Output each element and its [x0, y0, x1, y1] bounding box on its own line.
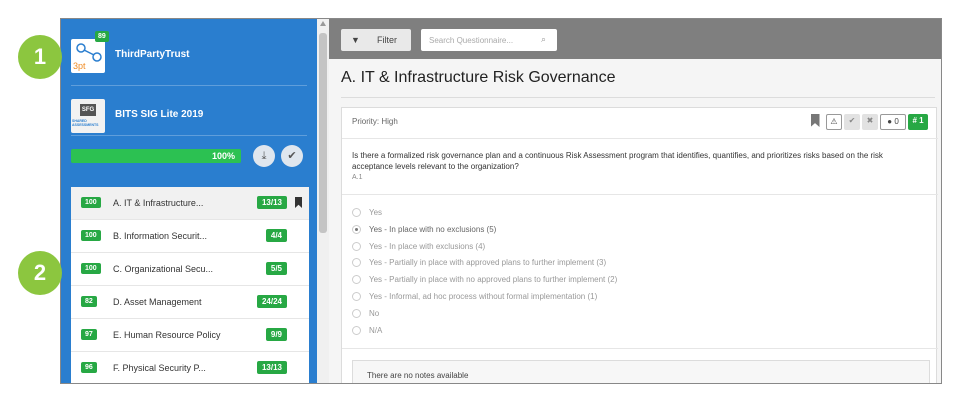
question-number-badge: # 1 — [908, 114, 928, 130]
section-score-badge: 96 — [81, 362, 97, 373]
search-input[interactable] — [421, 29, 557, 51]
radio-button[interactable] — [352, 208, 361, 217]
section-score-badge: 100 — [81, 197, 101, 208]
download-button[interactable]: ⤓ — [253, 145, 275, 167]
callout-marker-2: 2 — [18, 251, 62, 295]
radio-button[interactable] — [352, 275, 361, 285]
complete-button[interactable]: ✔ — [281, 145, 303, 167]
section-count-badge: 13/13 — [256, 361, 287, 374]
section-title: B. Information Securit... — [113, 231, 208, 241]
filter-icon: ▼ — [351, 35, 360, 45]
bookmark-icon[interactable] — [295, 197, 302, 208]
divider — [71, 85, 307, 86]
radio-button[interactable] — [352, 241, 361, 251]
progress-bar: 100% — [71, 149, 241, 163]
thirdpartytrust-logo: 3pt — [71, 39, 105, 73]
close-icon: ✖ — [866, 116, 874, 125]
flag-issue-button[interactable]: ⚠ — [826, 114, 842, 130]
section-item[interactable]: 100 C. Organizational Secu... 5/5 — [71, 253, 309, 286]
comments-button[interactable]: ● 0 — [880, 114, 906, 130]
reject-button[interactable]: ✖ — [862, 114, 878, 130]
page-title: A. IT & Infrastructure Risk Governance — [341, 69, 616, 86]
sidebar-scrollbar[interactable] — [317, 19, 329, 383]
radio-button[interactable] — [352, 292, 361, 301]
section-count-badge: 24/24 — [256, 295, 287, 308]
answer-option-label: No — [369, 308, 380, 318]
org-primary[interactable]: 3pt 89 ThirdPartyTrust — [71, 31, 307, 93]
divider — [341, 97, 935, 98]
check-icon: ✔ — [848, 116, 856, 125]
divider — [71, 135, 307, 136]
bookmark-icon — [810, 114, 820, 127]
notes-empty-text: There are no notes available — [367, 371, 469, 380]
section-score-badge: 82 — [81, 296, 97, 307]
notes-panel: There are no notes available — [352, 360, 930, 383]
toolbar: ▼ Filter ⌕ — [329, 19, 941, 59]
section-item[interactable]: 82 D. Asset Management 24/24 — [71, 286, 309, 319]
comment-icon: ● — [887, 117, 893, 126]
approve-button[interactable]: ✔ — [844, 114, 860, 130]
divider — [342, 194, 938, 195]
comment-count: 0 — [894, 117, 899, 126]
section-score-badge: 100 — [81, 230, 101, 241]
answer-option-label: Yes - Informal, ad hoc process without f… — [369, 292, 598, 301]
question-actions: ⚠ ✔ ✖ ● 0 # 1 — [810, 114, 928, 130]
main-panel: ▼ Filter ⌕ A. IT & Infrastructure Risk G… — [329, 19, 941, 383]
answer-option-label: Yes - In place with no exclusions (5) — [369, 224, 497, 234]
section-title: A. IT & Infrastructure... — [113, 198, 204, 208]
sidebar: 3pt 89 ThirdPartyTrust SFG SHARED ASSESS… — [61, 19, 317, 383]
answer-option-label: Yes - In place with exclusions (4) — [369, 241, 486, 251]
section-item[interactable]: 96 F. Physical Security P... 13/13 — [71, 352, 309, 383]
section-score-badge: 97 — [81, 329, 97, 340]
scroll-thumb[interactable] — [319, 33, 327, 233]
divider — [342, 348, 938, 349]
section-count-badge: 4/4 — [265, 229, 287, 242]
section-item[interactable]: 100 B. Information Securit... 4/4 — [71, 220, 309, 253]
section-list: 100 A. IT & Infrastructure... 13/13 100 B. I… — [71, 187, 309, 383]
bookmark-button[interactable] — [810, 114, 820, 130]
section-title: F. Physical Security P... — [113, 363, 206, 373]
question-id: A.1 — [352, 174, 363, 181]
org-score-badge: 89 — [95, 31, 109, 42]
scroll-up-arrow-icon[interactable] — [320, 21, 326, 26]
shared-assessments-logo: SFG SHARED ASSESSMENTS — [71, 99, 105, 133]
divider — [342, 138, 938, 139]
app-window: 3pt 89 ThirdPartyTrust SFG SHARED ASSESS… — [60, 18, 942, 384]
logo-text: 3pt — [73, 61, 86, 71]
search-icon: ⌕ — [541, 34, 547, 44]
logo-subtext: SHARED ASSESSMENTS — [72, 119, 99, 127]
questionnaire-header[interactable]: SFG SHARED ASSESSMENTS BITS SIG Lite 201… — [71, 93, 307, 153]
warning-icon: ⚠ — [830, 117, 838, 126]
answer-option-label: N/A — [369, 325, 383, 335]
logo-mark: SFG — [80, 104, 96, 116]
answer-option-label: Yes — [369, 208, 383, 217]
radio-button[interactable] — [352, 224, 361, 234]
org-name: ThirdPartyTrust — [115, 49, 190, 60]
progress-label: 100% — [211, 151, 235, 161]
question-text: Is there a formalized risk governance pl… — [352, 151, 883, 171]
check-icon: ✔ — [287, 150, 297, 162]
radio-button[interactable] — [352, 308, 361, 318]
answer-option-label: Yes - Partially in place with no approve… — [369, 275, 618, 285]
section-score-badge: 100 — [81, 263, 101, 274]
section-title: C. Organizational Secu... — [113, 264, 214, 274]
question-card: Priority: High ⚠ ✔ ✖ ● 0 # 1 Is there a … — [341, 107, 938, 383]
section-count-badge: 9/9 — [265, 328, 287, 341]
filter-button[interactable]: ▼ Filter — [341, 29, 411, 51]
section-title: D. Asset Management — [113, 297, 202, 307]
callout-marker-1: 1 — [18, 35, 62, 79]
answer-option-label: Yes - Partially in place with approved p… — [369, 258, 607, 268]
section-title: E. Human Resource Policy — [113, 330, 221, 340]
download-icon: ⤓ — [261, 150, 267, 162]
section-count-badge: 5/5 — [265, 262, 287, 275]
priority-label: Priority: High — [352, 117, 398, 126]
section-count-badge: 13/13 — [256, 196, 287, 209]
questionnaire-name: BITS SIG Lite 2019 — [115, 109, 204, 120]
radio-button[interactable] — [352, 325, 361, 335]
section-item[interactable]: 97 E. Human Resource Policy 9/9 — [71, 319, 309, 352]
section-item[interactable]: 100 A. IT & Infrastructure... 13/13 — [71, 187, 309, 220]
filter-label: Filter — [377, 35, 397, 45]
radio-button[interactable] — [352, 258, 361, 268]
